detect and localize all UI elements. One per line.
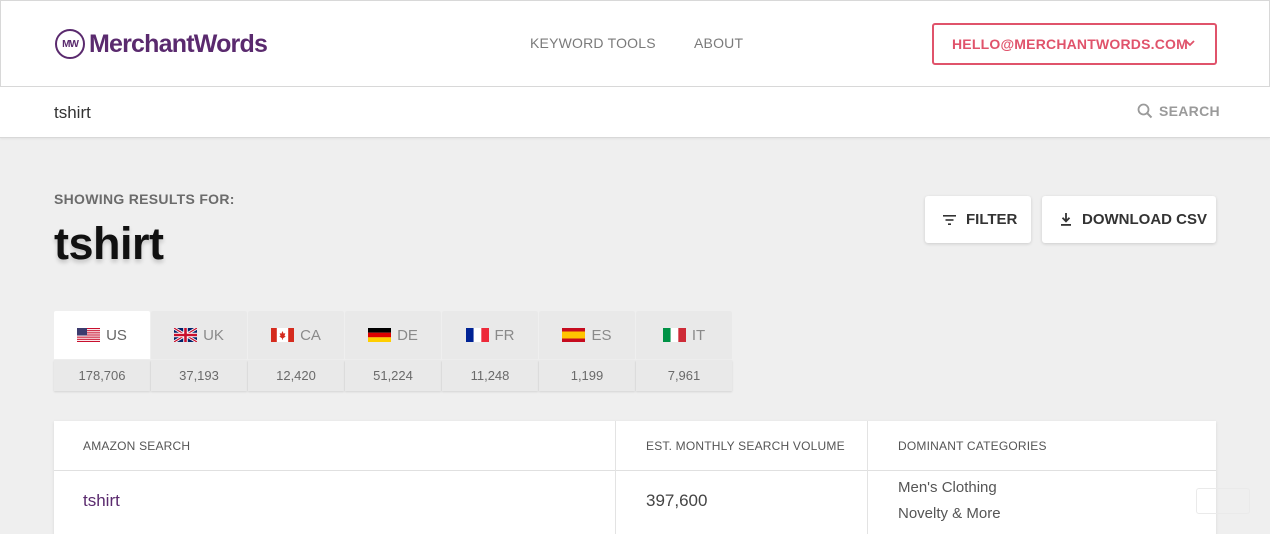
tab-de-label: DE — [397, 326, 418, 344]
it-flag-icon — [662, 328, 686, 342]
category-item: Novelty & More — [898, 505, 1001, 522]
tab-us-count: 178,706 — [54, 360, 150, 391]
column-divider — [867, 421, 868, 534]
logo-mark-icon: MW — [55, 29, 85, 59]
merchantwords-logo[interactable]: MW MerchantWords — [55, 28, 268, 60]
showing-results-label: SHOWING RESULTS FOR: — [54, 191, 235, 207]
column-divider — [615, 421, 616, 534]
nav-keyword-tools[interactable]: KEYWORD TOOLS — [530, 35, 656, 51]
filter-button-label: FILTER — [966, 211, 1018, 228]
tab-es-count: 1,199 — [539, 360, 635, 391]
download-csv-label: DOWNLOAD CSV — [1082, 211, 1207, 228]
tab-ca-count: 12,420 — [248, 360, 344, 391]
search-bar: SEARCH — [0, 87, 1270, 138]
tab-us-label: US — [106, 326, 127, 344]
keyword-link[interactable]: tshirt — [83, 491, 120, 511]
account-dropdown-button[interactable]: HELLO@MERCHANTWORDS.COM — [932, 23, 1217, 65]
header-amazon-search[interactable]: AMAZON SEARCH — [83, 439, 190, 453]
chevron-down-icon — [1185, 40, 1195, 47]
tab-uk-label: UK — [203, 326, 224, 344]
results-table: AMAZON SEARCH EST. MONTHLY SEARCH VOLUME… — [54, 421, 1216, 534]
search-button-label: SEARCH — [1159, 103, 1220, 119]
tab-de[interactable]: DE 51,224 — [345, 311, 441, 391]
es-flag-icon — [562, 328, 586, 342]
download-icon — [1061, 213, 1071, 226]
tab-it[interactable]: IT 7,961 — [636, 311, 732, 391]
header-search-volume[interactable]: EST. MONTHLY SEARCH VOLUME — [646, 439, 845, 453]
tab-fr-label: FR — [494, 326, 515, 344]
tab-es-label: ES — [591, 326, 612, 344]
ca-flag-icon — [271, 328, 295, 342]
de-flag-icon — [368, 328, 392, 342]
tab-uk-count: 37,193 — [151, 360, 247, 391]
us-flag-icon — [77, 328, 101, 342]
search-button[interactable]: SEARCH — [1137, 103, 1220, 119]
table-header-row: AMAZON SEARCH EST. MONTHLY SEARCH VOLUME… — [54, 421, 1216, 471]
tab-it-label: IT — [691, 326, 706, 344]
filter-button[interactable]: FILTER — [925, 196, 1031, 243]
uk-flag-icon — [174, 328, 198, 342]
tab-fr[interactable]: FR 11,248 — [442, 311, 538, 391]
top-navigation-bar: MW MerchantWords KEYWORD TOOLS ABOUT HEL… — [0, 0, 1270, 87]
account-email: HELLO@MERCHANTWORDS.COM — [952, 36, 1189, 52]
tab-de-count: 51,224 — [345, 360, 441, 391]
download-csv-button[interactable]: DOWNLOAD CSV — [1042, 196, 1216, 243]
header-dominant-categories[interactable]: DOMINANT CATEGORIES — [898, 439, 1047, 453]
tab-fr-count: 11,248 — [442, 360, 538, 391]
tab-uk[interactable]: UK 37,193 — [151, 311, 247, 391]
nav-about[interactable]: ABOUT — [694, 35, 743, 51]
search-input[interactable] — [54, 101, 954, 125]
faint-overlay-badge — [1196, 488, 1250, 514]
country-tabs: US 178,706 UK 37,193 CA 12,420 DE 51,224… — [54, 311, 732, 391]
page-title: tshirt — [54, 218, 164, 269]
tab-ca[interactable]: CA 12,420 — [248, 311, 344, 391]
filter-icon — [943, 214, 956, 225]
search-volume-value: 397,600 — [646, 491, 708, 510]
category-item: Men's Clothing — [898, 479, 997, 496]
tab-us[interactable]: US 178,706 — [54, 311, 150, 391]
logo-text: MerchantWords — [89, 29, 268, 58]
tab-es[interactable]: ES 1,199 — [539, 311, 635, 391]
tab-ca-label: CA — [300, 326, 321, 344]
search-icon — [1137, 103, 1153, 119]
tab-it-count: 7,961 — [636, 360, 732, 391]
fr-flag-icon — [465, 328, 489, 342]
